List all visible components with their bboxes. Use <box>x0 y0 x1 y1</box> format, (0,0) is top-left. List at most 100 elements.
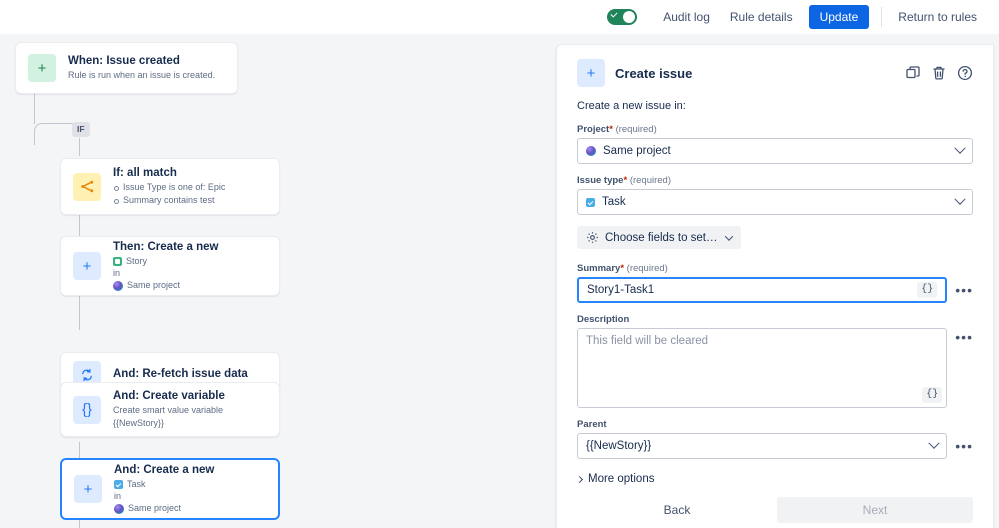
project-select[interactable]: Same project <box>577 138 973 164</box>
rule-node-content: Then: Create a new Story in Same project <box>113 240 267 292</box>
duplicate-icon[interactable] <box>905 65 921 81</box>
summary-smart-value-button[interactable]: {} <box>917 282 938 298</box>
summary-input[interactable]: Story1-Task1 {} <box>577 277 948 303</box>
task-icon <box>586 197 595 207</box>
in-label: in <box>113 268 121 278</box>
issue-type-label: Issue type* (required) <box>577 175 973 186</box>
rule-node-when-issue-created[interactable]: + When: Issue created Rule is run when a… <box>15 42 238 94</box>
rule-enabled-toggle[interactable] <box>607 9 638 25</box>
in-label: in <box>114 491 122 501</box>
parent-row: {{NewStory}} ••• <box>577 433 973 459</box>
gear-icon <box>586 231 599 244</box>
rule-node-issue-type: Task <box>114 478 266 491</box>
rule-canvas: IF + When: Issue created Rule is run whe… <box>0 34 556 528</box>
audit-log-link[interactable]: Audit log <box>653 5 720 29</box>
rule-node-project: Same project <box>113 279 267 292</box>
rule-node-project: Same project <box>114 502 266 515</box>
rule-node-create-variable[interactable]: {} And: Create variable Create smart val… <box>60 382 280 437</box>
rule-node-title: And: Create variable <box>113 390 225 402</box>
connector-trigger <box>34 94 35 124</box>
rule-node-title: When: Issue created <box>68 55 180 67</box>
chevron-down-icon <box>954 142 966 154</box>
issue-type-select[interactable]: Task <box>577 189 973 215</box>
summary-field: Summary* (required) Story1-Task1 {} ••• <box>577 263 973 303</box>
project-globe-icon <box>586 146 596 156</box>
next-button[interactable]: Next <box>777 497 973 523</box>
top-toolbar: Audit log Rule details Update Return to … <box>0 0 999 34</box>
parent-select-value: {{NewStory}} <box>586 440 652 452</box>
summary-row: Story1-Task1 {} ••• <box>577 277 973 303</box>
description-row: This field will be cleared {} ••• <box>577 328 973 408</box>
issue-type-select-value: Task <box>602 196 626 208</box>
panel-header: + Create issue <box>577 59 973 87</box>
panel-actions <box>905 65 973 81</box>
panel-footer: Back Next <box>577 497 973 523</box>
plus-icon: + <box>28 54 56 82</box>
rule-node-content: When: Issue created Rule is run when an … <box>68 54 225 82</box>
rule-node-then-create-story[interactable]: + Then: Create a new Story in Same proje… <box>60 236 280 296</box>
rule-node-content: And: Create variable Create smart value … <box>113 389 267 430</box>
if-badge: IF <box>72 122 90 137</box>
project-label-text: Project <box>577 124 610 135</box>
required-marker: * <box>623 175 628 186</box>
rule-details-link[interactable]: Rule details <box>720 5 803 29</box>
rule-condition: Issue Type is one of: Epic <box>113 181 267 194</box>
update-button[interactable]: Update <box>808 5 870 29</box>
description-textarea[interactable]: This field will be cleared {} <box>577 328 948 408</box>
rule-node-content: And: Re-fetch issue data <box>113 367 267 382</box>
toggle-check-icon <box>610 10 618 18</box>
rule-node-and-create-task[interactable]: + And: Create a new Task in Same project <box>60 458 280 520</box>
project-field: Project* (required) Same project <box>577 124 973 164</box>
description-field: Description This field will be cleared {… <box>577 314 973 408</box>
parent-select[interactable]: {{NewStory}} <box>577 433 948 459</box>
required-text: (required) <box>626 263 668 274</box>
summary-more-actions-button[interactable]: ••• <box>955 283 973 297</box>
required-text: (required) <box>615 124 657 135</box>
project-globe-icon <box>113 280 123 291</box>
rule-node-title: And: Create a new <box>114 464 215 476</box>
rule-node-content: If: all match Issue Type is one of: Epic… <box>113 166 267 207</box>
chevron-down-icon <box>724 231 733 241</box>
trash-icon[interactable] <box>931 65 947 81</box>
back-button[interactable]: Back <box>577 497 777 523</box>
parent-more-actions-button[interactable]: ••• <box>955 439 973 453</box>
project-select-value: Same project <box>603 145 671 157</box>
toggle-knob <box>623 11 636 23</box>
description-placeholder: This field will be cleared <box>586 335 709 347</box>
return-to-rules-link[interactable]: Return to rules <box>888 5 987 29</box>
chevron-down-icon <box>928 437 940 449</box>
required-text: (required) <box>629 175 671 186</box>
chevron-down-icon <box>954 193 966 205</box>
rule-node-content: And: Create a new Task in Same project <box>114 463 266 515</box>
choose-fields-button[interactable]: Choose fields to set… <box>577 226 741 249</box>
panel-lede: Create a new issue in: <box>577 100 686 112</box>
summary-input-value: Story1-Task1 <box>587 284 655 296</box>
issue-type-label-text: Issue type <box>577 175 624 186</box>
description-more-actions-button[interactable]: ••• <box>955 330 973 344</box>
rule-node-subtitle: Rule is run when an issue is created. <box>68 70 216 80</box>
description-smart-value-button[interactable]: {} <box>922 387 943 403</box>
connector-5 <box>79 519 80 528</box>
choose-fields-label: Choose fields to set… <box>605 231 718 244</box>
connector-if-down <box>79 138 80 156</box>
chevron-right-icon <box>575 475 584 483</box>
rule-condition: Summary contains test <box>113 194 267 207</box>
project-globe-icon <box>114 503 124 514</box>
rule-node-subtitle: Create smart value variable <box>113 405 224 415</box>
project-label: Project* (required) <box>577 124 973 135</box>
rule-node-if-all-match[interactable]: If: all match Issue Type is one of: Epic… <box>60 158 280 215</box>
component-detail-panel: + Create issue Create a new issue in: Pr… <box>556 44 994 528</box>
automation-rule-builder: Audit log Rule details Update Return to … <box>0 0 999 528</box>
branch-icon <box>73 172 101 201</box>
plus-icon: + <box>73 252 101 280</box>
story-icon <box>113 257 122 266</box>
parent-field: Parent {{NewStory}} ••• <box>577 419 973 459</box>
help-icon[interactable] <box>957 65 973 81</box>
more-options-toggle[interactable]: More options <box>575 473 973 485</box>
plus-icon: + <box>577 59 605 87</box>
project-label: Same project <box>127 280 181 290</box>
description-label: Description <box>577 314 630 325</box>
issue-type-field: Issue type* (required) Task <box>577 175 973 215</box>
issue-type-label: Task <box>127 479 146 489</box>
required-marker: * <box>609 124 613 135</box>
